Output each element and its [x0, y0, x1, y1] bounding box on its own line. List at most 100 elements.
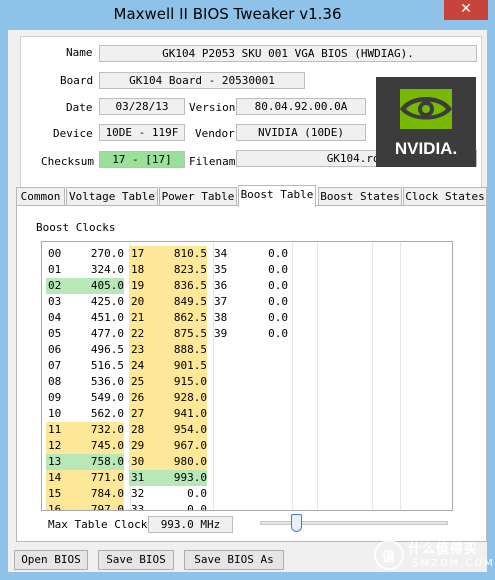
tab-common[interactable]: Common — [16, 187, 65, 206]
boost-entry-clock[interactable]: 954.0 — [151, 422, 207, 438]
boost-entry-index: 35 — [214, 263, 228, 276]
boost-entry-clock[interactable]: 496.5 — [66, 342, 124, 358]
boost-entry-clock[interactable]: 745.0 — [66, 438, 124, 454]
boost-entry-index: 08 — [48, 375, 62, 388]
boost-entry-clock[interactable]: 732.0 — [66, 422, 124, 438]
boost-entry-clock[interactable]: 797.0 — [66, 502, 124, 510]
vendor-field: NVIDIA (10DE) — [236, 124, 366, 141]
client-area: Name GK104 P2053 SKU 001 VGA BIOS (HWDIA… — [8, 30, 487, 572]
save-bios-as-button[interactable]: Save BIOS As — [184, 550, 284, 570]
boost-entry-index: 07 — [48, 359, 62, 372]
boost-entry-clock[interactable]: 967.0 — [151, 438, 207, 454]
info-panel: Name GK104 P2053 SKU 001 VGA BIOS (HWDIA… — [20, 36, 482, 206]
boost-entry-clock[interactable]: 771.0 — [66, 470, 124, 486]
boost-entry-clock[interactable]: 405.0 — [66, 278, 124, 294]
boost-entry-index: 38 — [214, 311, 228, 324]
boost-entry-clock[interactable]: 836.5 — [151, 278, 207, 294]
tab-boost-table[interactable]: Boost Table — [238, 185, 316, 207]
boost-entry-clock[interactable]: 928.0 — [151, 390, 207, 406]
nvidia-logo-text: NVIDIA. — [395, 139, 457, 158]
boost-entry-clock[interactable]: 477.0 — [66, 326, 124, 342]
boost-entry-clock[interactable]: 0.0 — [234, 246, 288, 262]
boost-entry-clock[interactable]: 849.5 — [151, 294, 207, 310]
window-title: Maxwell II BIOS Tweaker v1.36 — [113, 5, 342, 23]
nvidia-eye-icon: NVIDIA. — [395, 89, 457, 158]
board-label: Board — [60, 74, 94, 87]
boost-entry-clock[interactable]: 823.5 — [151, 262, 207, 278]
boost-entry-index: 11 — [48, 423, 62, 436]
boost-entry-clock[interactable]: 980.0 — [151, 454, 207, 470]
watermark-cn-text: 什么值得买 — [408, 542, 479, 557]
tab-voltage-table[interactable]: Voltage Table — [66, 187, 158, 206]
boost-entry-index: 03 — [48, 295, 62, 308]
tab-boost-states[interactable]: Boost States — [318, 187, 402, 206]
version-label: Version — [189, 101, 236, 114]
boost-entry-clock[interactable]: 0.0 — [234, 326, 288, 342]
boost-entry-index: 24 — [131, 359, 145, 372]
boost-entry-index: 22 — [131, 327, 145, 340]
checksum-label: Checksum — [41, 155, 94, 168]
name-field: GK104 P2053 SKU 001 VGA BIOS (HWDIAG). — [99, 45, 477, 62]
boost-entry-clock[interactable]: 0.0 — [151, 502, 207, 510]
boost-entry-clock[interactable]: 425.0 — [66, 294, 124, 310]
boost-entry-index: 39 — [214, 327, 228, 340]
boost-entry-clock[interactable]: 549.0 — [66, 390, 124, 406]
close-button[interactable]: ✕ — [444, 0, 488, 20]
boost-entry-index: 13 — [48, 455, 62, 468]
clock-slider-thumb[interactable] — [291, 514, 302, 532]
boost-entry-clock[interactable]: 0.0 — [234, 310, 288, 326]
boost-entry-clock[interactable]: 901.5 — [151, 358, 207, 374]
title-bar: Maxwell II BIOS Tweaker v1.36 ✕ — [0, 0, 495, 30]
boost-entry-index: 16 — [48, 503, 62, 511]
boost-entry-index: 30 — [131, 455, 145, 468]
boost-entry-clock[interactable]: 562.0 — [66, 406, 124, 422]
boost-entry-index: 12 — [48, 439, 62, 452]
boost-entry-clock[interactable]: 0.0 — [234, 262, 288, 278]
name-label: Name — [66, 46, 93, 59]
board-field: GK104 Board - 20530001 — [99, 72, 305, 89]
boost-entry-index: 10 — [48, 407, 62, 420]
boost-entry-clock[interactable]: 270.0 — [66, 246, 124, 262]
boost-entry-clock[interactable]: 0.0 — [234, 278, 288, 294]
boost-entry-clock[interactable]: 536.0 — [66, 374, 124, 390]
boost-entry-clock[interactable]: 324.0 — [66, 262, 124, 278]
boost-entry-index: 21 — [131, 311, 145, 324]
max-table-clock-label: Max Table Clock — [48, 518, 148, 531]
boost-entry-index: 34 — [214, 247, 228, 260]
boost-entry-index: 27 — [131, 407, 145, 420]
boost-entry-clock[interactable]: 888.5 — [151, 342, 207, 358]
boost-entry-clock[interactable]: 810.5 — [151, 246, 207, 262]
open-bios-button[interactable]: Open BIOS — [14, 550, 88, 570]
boost-entry-index: 06 — [48, 343, 62, 356]
watermark: 值 什么值得买 SMZDM.COM — [374, 534, 493, 576]
date-field: 03/28/13 — [99, 98, 185, 115]
save-bios-button[interactable]: Save BIOS — [98, 550, 174, 570]
boost-entry-clock[interactable]: 941.0 — [151, 406, 207, 422]
boost-clocks-title: Boost Clocks — [34, 221, 118, 234]
boost-entry-index: 09 — [48, 391, 62, 404]
boost-entry-clock[interactable]: 875.5 — [151, 326, 207, 342]
tab-clock-states[interactable]: Clock States — [403, 187, 487, 206]
boost-entry-index: 05 — [48, 327, 62, 340]
boost-entry-index: 36 — [214, 279, 228, 292]
tab-power-table[interactable]: Power Table — [159, 187, 237, 206]
boost-entry-clock[interactable]: 993.0 — [151, 470, 207, 486]
boost-entry-clock[interactable]: 0.0 — [151, 486, 207, 502]
boost-entry-index: 14 — [48, 471, 62, 484]
boost-entry-index: 29 — [131, 439, 145, 452]
boost-clocks-grid[interactable]: 00 270.0 01 324.0 02 405.0 03 425.0 04 451.0 05 477… — [41, 241, 453, 511]
boost-entry-clock[interactable]: 862.5 — [151, 310, 207, 326]
boost-entry-index: 33 — [131, 503, 145, 511]
boost-entry-clock[interactable]: 915.0 — [151, 374, 207, 390]
device-label: Device — [53, 127, 93, 140]
boost-entry-clock[interactable]: 758.0 — [66, 454, 124, 470]
boost-entry-clock[interactable]: 516.5 — [66, 358, 124, 374]
boost-entry-clock[interactable]: 451.0 — [66, 310, 124, 326]
boost-entry-index: 15 — [48, 487, 62, 500]
boost-entry-index: 31 — [131, 471, 145, 484]
boost-entry-clock[interactable]: 784.0 — [66, 486, 124, 502]
clock-slider-track[interactable] — [260, 521, 448, 525]
boost-entry-clock[interactable]: 0.0 — [234, 294, 288, 310]
checksum-field: 17 - [17] — [99, 151, 185, 168]
max-table-clock-field: 993.0 MHz — [148, 516, 233, 533]
